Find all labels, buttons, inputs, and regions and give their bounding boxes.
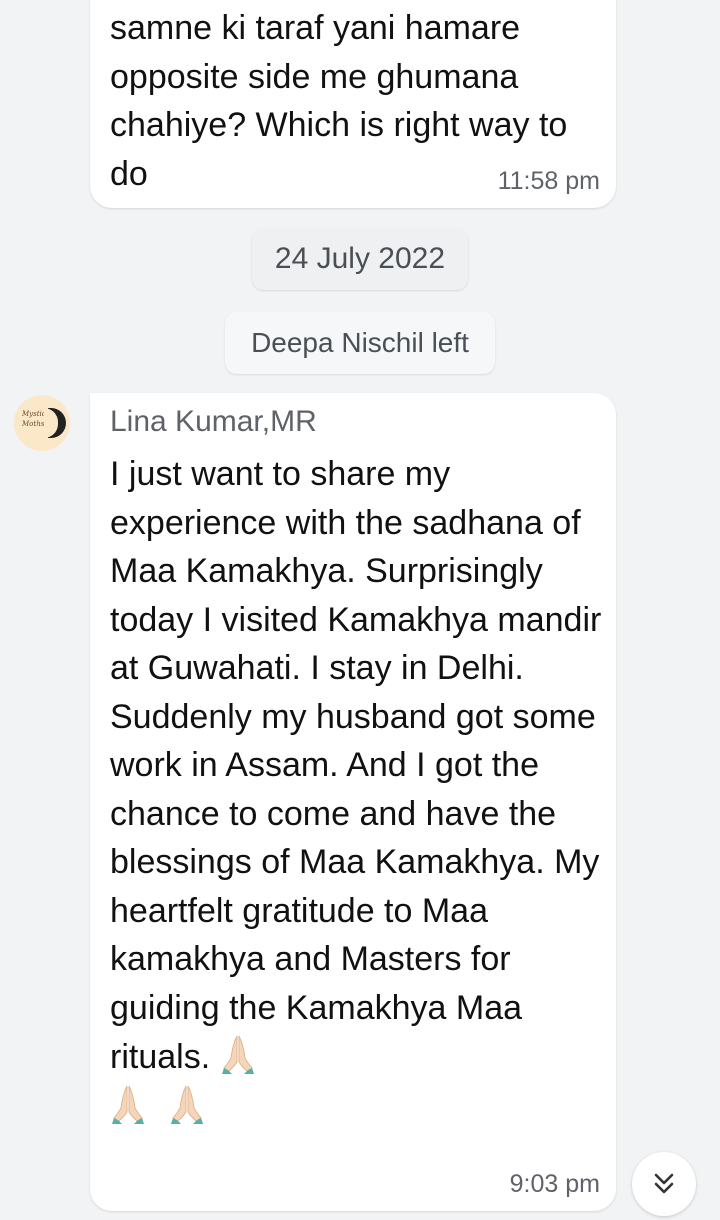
message-body: I just want to share my experience with … [110,455,602,1076]
message-text: I just want to share my experience with … [110,450,602,1131]
folded-hands-icon [171,1085,204,1124]
message-time: 9:03 pm [509,1170,600,1198]
avatar[interactable]: Mystic Moths [14,395,70,451]
scroll-to-bottom-button[interactable] [632,1152,696,1216]
message-time: 11:58 pm [497,167,600,195]
folded-hands-icon [221,1035,254,1074]
sender-name: Lina Kumar,MR [110,405,317,438]
double-chevron-down-icon [654,1173,674,1194]
message-bubble[interactable]: samne ki taraf yani hamare opposite side… [90,0,616,208]
system-message: Deepa Nischil left [225,312,495,374]
chat-view: samne ki taraf yani hamare opposite side… [0,0,720,1220]
folded-hands-icon [112,1085,144,1124]
message-bubble[interactable]: Lina Kumar,MR I just want to share my ex… [90,393,616,1211]
date-separator: 24 July 2022 [252,228,468,290]
